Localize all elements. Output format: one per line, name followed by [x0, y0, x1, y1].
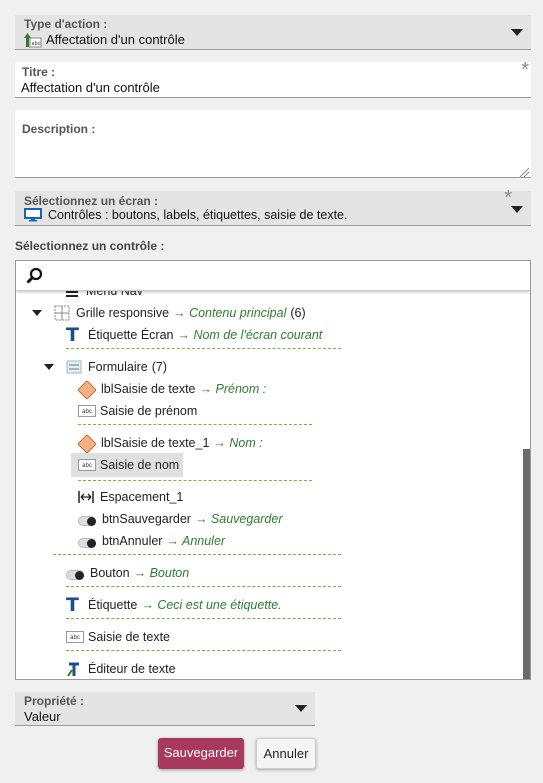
- tree-item-label: Saisie de prénom: [100, 404, 198, 418]
- divider: [15, 49, 531, 50]
- text-input-icon: abc: [78, 459, 96, 471]
- tree-item-count: (7): [151, 360, 168, 374]
- control-tree-panel: Menu Nav Grille responsive → Contenu pri…: [15, 260, 531, 680]
- monitor-icon: [24, 208, 42, 222]
- tree-item-target: → Nom :: [213, 436, 263, 450]
- screen-select[interactable]: Sélectionnez un écran : * Contrôles : bo…: [15, 187, 531, 226]
- text-label-icon: T: [66, 324, 79, 346]
- grid-icon: [54, 305, 70, 321]
- title-input[interactable]: Affectation d'un contrôle: [21, 80, 160, 95]
- tree-item-target: → Annuler: [166, 534, 226, 548]
- tree-item-lblsaisie-nom[interactable]: lblSaisie de texte_1 → Nom :: [77, 433, 263, 454]
- tree-item-target: → Contenu principal: [173, 306, 287, 320]
- cancel-button[interactable]: Annuler: [256, 738, 316, 769]
- save-button[interactable]: Sauvegarder: [158, 738, 244, 769]
- action-type-label: Type d'action :: [24, 17, 108, 31]
- property-select[interactable]: Propriété : Valeur: [15, 692, 315, 726]
- tree-separator: [66, 348, 341, 349]
- tree-item-saisie-prenom[interactable]: abc Saisie de prénom: [78, 401, 197, 421]
- tree-separator: [66, 650, 341, 651]
- tree-item-target: → Nom de l'écran courant: [177, 328, 323, 342]
- tree-item-target: → Bouton: [133, 566, 190, 580]
- resize-handle-icon[interactable]: [518, 165, 530, 178]
- tree-item-btnsauvegarder[interactable]: btnSauvegarder → Sauvegarder: [78, 509, 283, 529]
- tree-item-saisie-texte[interactable]: abc Saisie de texte: [66, 627, 170, 647]
- tree-separator: [78, 424, 312, 425]
- chevron-down-icon[interactable]: [511, 206, 523, 213]
- tree-item-editeur-texte[interactable]: Éditeur de texte: [66, 659, 176, 679]
- tree-item-formulaire[interactable]: Formulaire (7): [44, 357, 167, 377]
- form-icon: [66, 359, 82, 375]
- toggle-icon: [66, 569, 84, 580]
- chevron-down-icon[interactable]: [511, 29, 523, 36]
- tree-item-label: Étiquette: [88, 598, 138, 612]
- text-label-icon: T: [66, 594, 79, 616]
- tree-separator: [66, 618, 341, 619]
- tree-item-label: btnAnnuler: [102, 534, 163, 548]
- chevron-down-icon[interactable]: [32, 310, 42, 316]
- tree-item-grille-responsive[interactable]: Grille responsive → Contenu principal (6…: [32, 303, 306, 323]
- tree-item-label: Éditeur de texte: [88, 662, 176, 676]
- scrollbar-track[interactable]: [521, 291, 530, 679]
- search-box[interactable]: [16, 261, 530, 291]
- divider: [15, 725, 315, 726]
- tree-item-target: → Ceci est une étiquette.: [141, 598, 282, 612]
- tree-item-label: Grille responsive: [76, 306, 170, 320]
- divider: [15, 97, 531, 98]
- tree-item-bouton[interactable]: Bouton → Bouton: [66, 563, 189, 583]
- screen-select-label: Sélectionnez un écran :: [24, 194, 159, 208]
- tree-item-label: Formulaire: [88, 360, 148, 374]
- spacer-icon: [78, 489, 94, 505]
- assignment-icon: abc: [24, 32, 42, 48]
- toggle-icon: [78, 537, 96, 548]
- action-type-select[interactable]: Type d'action : abc Affectation d'un con…: [15, 15, 531, 50]
- tree-item-label: Bouton: [90, 566, 130, 580]
- tree-item-etiquette[interactable]: T Étiquette → Ceci est une étiquette.: [66, 595, 282, 615]
- screen-select-value: Contrôles : boutons, labels, étiquettes,…: [48, 208, 348, 222]
- tree-item-label: Espacement_1: [100, 490, 184, 504]
- property-select-label: Propriété :: [24, 694, 85, 708]
- text-editor-icon: [66, 661, 82, 677]
- tree-item-label: Saisie de texte: [88, 630, 170, 644]
- tree-separator: [66, 586, 341, 587]
- tree-item-lblsaisie-prenom[interactable]: lblSaisie de texte → Prénom :: [77, 379, 267, 400]
- search-icon: [26, 267, 44, 285]
- text-input-icon: abc: [66, 631, 84, 643]
- tree-item-target: → Sauvegarder: [194, 512, 283, 526]
- tree-item-saisie-nom[interactable]: abc Saisie de nom: [71, 453, 184, 477]
- tree-item-etiquette-ecran[interactable]: T Étiquette Écran → Nom de l'écran coura…: [66, 325, 322, 345]
- search-input[interactable]: [50, 265, 514, 287]
- title-label: Titre :: [22, 65, 56, 79]
- tag-icon: [77, 433, 97, 454]
- tree-item-label: Étiquette Écran: [88, 328, 174, 342]
- description-field[interactable]: Description :: [15, 110, 531, 178]
- property-select-value: Valeur: [24, 709, 61, 724]
- chevron-down-icon[interactable]: [44, 364, 54, 370]
- required-icon: *: [504, 187, 512, 209]
- tree-separator: [53, 554, 341, 555]
- tree-item-label: lblSaisie de texte_1: [101, 436, 210, 450]
- tree-item-target: → Prénom :: [199, 382, 267, 396]
- tree-item-espacement[interactable]: Espacement_1: [78, 487, 183, 507]
- tree-item-label: lblSaisie de texte: [101, 382, 196, 396]
- text-icon-text: abc: [32, 41, 41, 47]
- required-icon: *: [521, 59, 529, 81]
- divider: [15, 225, 531, 226]
- toggle-icon: [78, 515, 96, 526]
- tree-item-label: btnSauvegarder: [102, 512, 191, 526]
- tree-item-btnannuler[interactable]: btnAnnuler → Annuler: [78, 531, 225, 551]
- tag-icon: [77, 379, 97, 400]
- scrollbar-thumb[interactable]: [523, 449, 530, 679]
- tree-item-count: (6): [290, 306, 306, 320]
- chevron-down-icon[interactable]: [295, 705, 307, 712]
- action-type-value: Affectation d'un contrôle: [46, 32, 185, 47]
- title-field[interactable]: Titre : * Affectation d'un contrôle: [15, 59, 531, 98]
- description-label: Description :: [22, 122, 96, 136]
- divider: [15, 177, 531, 178]
- control-picker-label: Sélectionnez un contrôle :: [15, 239, 165, 253]
- tree-separator: [78, 480, 312, 481]
- tree-item-label: Saisie de nom: [100, 458, 180, 472]
- text-input-icon: abc: [78, 405, 96, 417]
